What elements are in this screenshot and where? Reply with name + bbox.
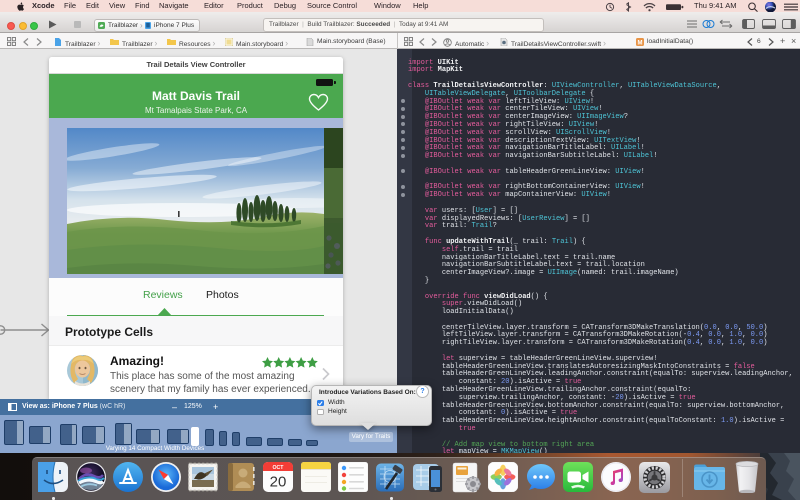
svg-text:M: M bbox=[638, 40, 643, 46]
svg-text:20: 20 bbox=[270, 474, 287, 491]
svg-text:OCT: OCT bbox=[273, 465, 285, 471]
